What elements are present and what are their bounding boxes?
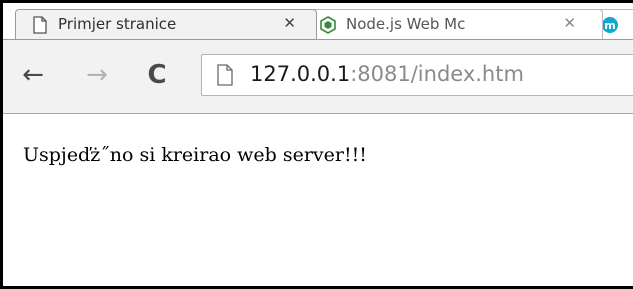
browser-window: m Node.js Web Mc ✕ Primjer stranice ✕ ← … (0, 0, 633, 289)
toolbar: ← → C 127.0.0.1:8081/index.htm (3, 39, 633, 114)
tab-nodejs[interactable]: Node.js Web Mc ✕ (303, 9, 603, 39)
nodejs-logo-icon (320, 16, 336, 34)
tab-active-label: Primjer stranice (58, 15, 177, 33)
reload-button[interactable]: C (141, 59, 173, 91)
tab-strip: m Node.js Web Mc ✕ Primjer stranice ✕ (3, 3, 633, 39)
m-logo-letter: m (604, 19, 615, 32)
reload-icon: C (147, 60, 167, 90)
url-host: 127.0.0.1 (250, 62, 351, 86)
page-content: Uspjeďż˝no si kreirao web server!!! (3, 114, 633, 286)
forward-button[interactable]: → (81, 59, 113, 91)
m-logo-icon: m (602, 17, 618, 33)
tab-active-close-icon[interactable]: ✕ (283, 14, 296, 32)
tab-nodejs-label: Node.js Web Mc (346, 15, 466, 33)
page-text: Uspjeďż˝no si kreirao web server!!! (23, 144, 367, 166)
back-arrow-icon: ← (22, 60, 44, 90)
page-info-icon[interactable] (216, 64, 234, 86)
url-path: :8081/index.htm (350, 62, 524, 86)
tab-nodejs-close-icon[interactable]: ✕ (563, 14, 576, 32)
back-button[interactable]: ← (17, 59, 49, 91)
url-text[interactable]: 127.0.0.1:8081/index.htm (250, 62, 524, 86)
tab-primjer-stranice[interactable]: Primjer stranice ✕ (15, 9, 317, 39)
address-bar[interactable]: 127.0.0.1:8081/index.htm (201, 54, 633, 96)
forward-arrow-icon: → (86, 60, 108, 90)
page-icon (33, 16, 47, 34)
